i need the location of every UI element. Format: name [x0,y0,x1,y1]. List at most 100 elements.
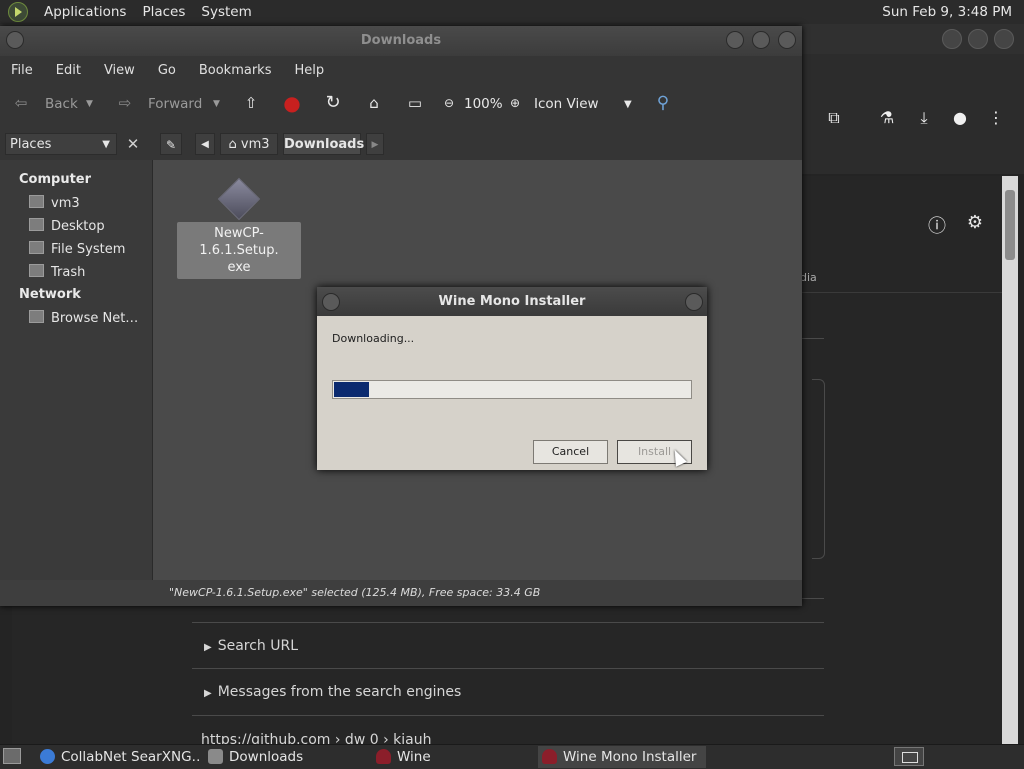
places-menu[interactable]: Places [142,4,185,20]
clock[interactable]: Sun Feb 9, 3:48 PM [882,4,1012,20]
home-folder-icon: ⌂ [228,137,241,152]
cancel-button[interactable]: Cancel [533,440,608,464]
profile-icon[interactable]: ● [950,108,970,128]
location-bar: Places ▼ ✕ ✎ ◀ ⌂ vm3 Downloads ▶ [0,128,802,160]
browser-minimize-button[interactable] [942,29,962,49]
scrollbar-thumb[interactable] [1005,190,1015,260]
task-browser[interactable]: CollabNet SearXNG… [36,746,200,768]
browser-scrollbar[interactable] [1002,176,1018,744]
trash-icon [29,264,44,277]
extensions-icon[interactable]: ⧉ [824,108,844,128]
forward-dropdown-icon[interactable]: ▼ [213,99,220,109]
places-sidebar: Computer vm3 Desktop File System Trash N… [0,160,153,580]
back-arrow-icon[interactable]: ⇦ [12,94,30,112]
menu-help[interactable]: Help [294,63,324,78]
dialog-close-button[interactable] [685,293,703,311]
menu-file[interactable]: File [11,63,33,78]
wine-mono-installer-dialog: Wine Mono Installer Downloading... Cance… [317,287,707,470]
task-wine-mono-installer[interactable]: Wine Mono Installer [538,746,706,768]
sidebar-item-trash[interactable]: Trash [29,264,85,280]
settings-gear-icon[interactable]: ⚙ [964,212,986,234]
browser-maximize-button[interactable] [968,29,988,49]
workspace-switcher-icon[interactable] [894,747,924,766]
file-item[interactable]: NewCP-1.6.1.Setup. exe [177,174,301,279]
drive-icon [29,241,44,254]
crumb-right-arrow-icon[interactable]: ▶ [366,133,384,155]
dialog-titlebar[interactable]: Wine Mono Installer [317,287,707,316]
close-sidebar-icon[interactable]: ✕ [122,133,144,155]
menu-edit[interactable]: Edit [56,63,81,78]
menu-bookmarks[interactable]: Bookmarks [199,63,272,78]
top-panel: Applications Places System Sun Feb 9, 3:… [0,0,1024,25]
reload-icon[interactable]: ↻ [324,94,342,112]
accordion-engine-messages[interactable]: ▶ Messages from the search engines [204,684,461,700]
dialog-title: Wine Mono Installer [438,294,586,309]
applications-menu[interactable]: Applications [44,4,126,20]
stop-icon[interactable]: ● [283,93,301,113]
file-manager-titlebar[interactable]: Downloads [0,26,802,56]
sidebar-item-file-system[interactable]: File System [29,241,125,257]
sidebar-header-network: Network [19,287,81,302]
top-menu: Applications Places System [44,4,268,20]
wine-icon [542,749,557,764]
sidebar-item-vm3[interactable]: vm3 [29,195,80,211]
sidebar-header-computer: Computer [19,172,92,187]
dialog-body: Downloading... Cancel Install [317,316,707,470]
sidebar-item-browse-network[interactable]: Browse Net… [29,310,138,326]
task-wine[interactable]: Wine [372,746,532,768]
menu-go[interactable]: Go [158,63,176,78]
executable-file-icon [217,177,261,221]
info-icon[interactable]: ⓘ [926,212,948,237]
file-name-label: NewCP-1.6.1.Setup. exe [177,222,301,279]
browser-icon [40,749,55,764]
zoom-level: 100% [464,96,503,112]
zoom-in-icon[interactable]: ⊕ [506,94,524,112]
progress-fill [334,382,369,397]
forward-button[interactable]: Forward [148,96,202,112]
download-icon[interactable]: ⤓ [914,108,934,128]
task-downloads[interactable]: Downloads [204,746,364,768]
zoom-out-icon[interactable]: ⊖ [440,94,458,112]
back-dropdown-icon[interactable]: ▼ [86,99,93,109]
status-bar: "NewCP-1.6.1.Setup.exe" selected (125.4 … [153,580,802,606]
accordion-search-url[interactable]: ▶ Search URL [204,638,298,654]
up-arrow-icon[interactable]: ⇧ [242,94,260,112]
expand-triangle-icon: ▶ [204,688,212,699]
menu-view[interactable]: View [104,63,135,78]
home-folder-icon[interactable]: ⌂ [365,94,383,112]
browser-menu-icon[interactable]: ⋮ [986,108,1006,128]
back-button[interactable]: Back [45,96,78,112]
computer-icon[interactable]: ▭ [406,94,424,112]
content-panel-edge [812,379,825,559]
home-folder-icon [29,195,44,208]
forward-arrow-icon[interactable]: ⇨ [116,94,134,112]
maximize-button[interactable] [752,31,770,49]
search-icon[interactable]: ⚲ [654,94,672,112]
close-button[interactable] [778,31,796,49]
view-mode-select[interactable]: Icon View [534,96,599,112]
browser-close-button[interactable] [994,29,1014,49]
sidebar-places-select[interactable]: Places ▼ [5,133,117,155]
sidebar-item-desktop[interactable]: Desktop [29,218,105,234]
file-manager-toolbar: ⇦ Back ▼ ⇨ Forward ▼ ⇧ ● ↻ ⌂ ▭ ⊖ 100% ⊕ … [0,84,802,128]
crumb-left-arrow-icon[interactable]: ◀ [195,133,215,155]
show-desktop-icon[interactable] [3,748,21,764]
window-menu-button[interactable] [6,31,24,49]
crumb-downloads[interactable]: Downloads [283,133,364,155]
folder-icon [208,749,223,764]
network-icon [29,310,44,323]
dialog-menu-button[interactable] [322,293,340,311]
labs-flask-icon[interactable]: ⚗ [877,108,897,128]
edit-location-icon[interactable]: ✎ [160,133,182,155]
taskbar: CollabNet SearXNG… Downloads Wine Wine M… [0,744,1024,769]
chevron-down-icon: ▼ [102,139,110,150]
result-url[interactable]: https://github.com › dw 0 › kiauh [201,732,431,744]
view-mode-dropdown-icon[interactable]: ▼ [624,99,632,110]
download-progress-bar [332,380,692,399]
tab-partial[interactable]: dia [800,271,817,284]
applications-logo-icon[interactable] [8,2,28,22]
crumb-vm3[interactable]: ⌂ vm3 [220,133,278,155]
window-title: Downloads [360,33,442,48]
minimize-button[interactable] [726,31,744,49]
system-menu[interactable]: System [201,4,251,20]
